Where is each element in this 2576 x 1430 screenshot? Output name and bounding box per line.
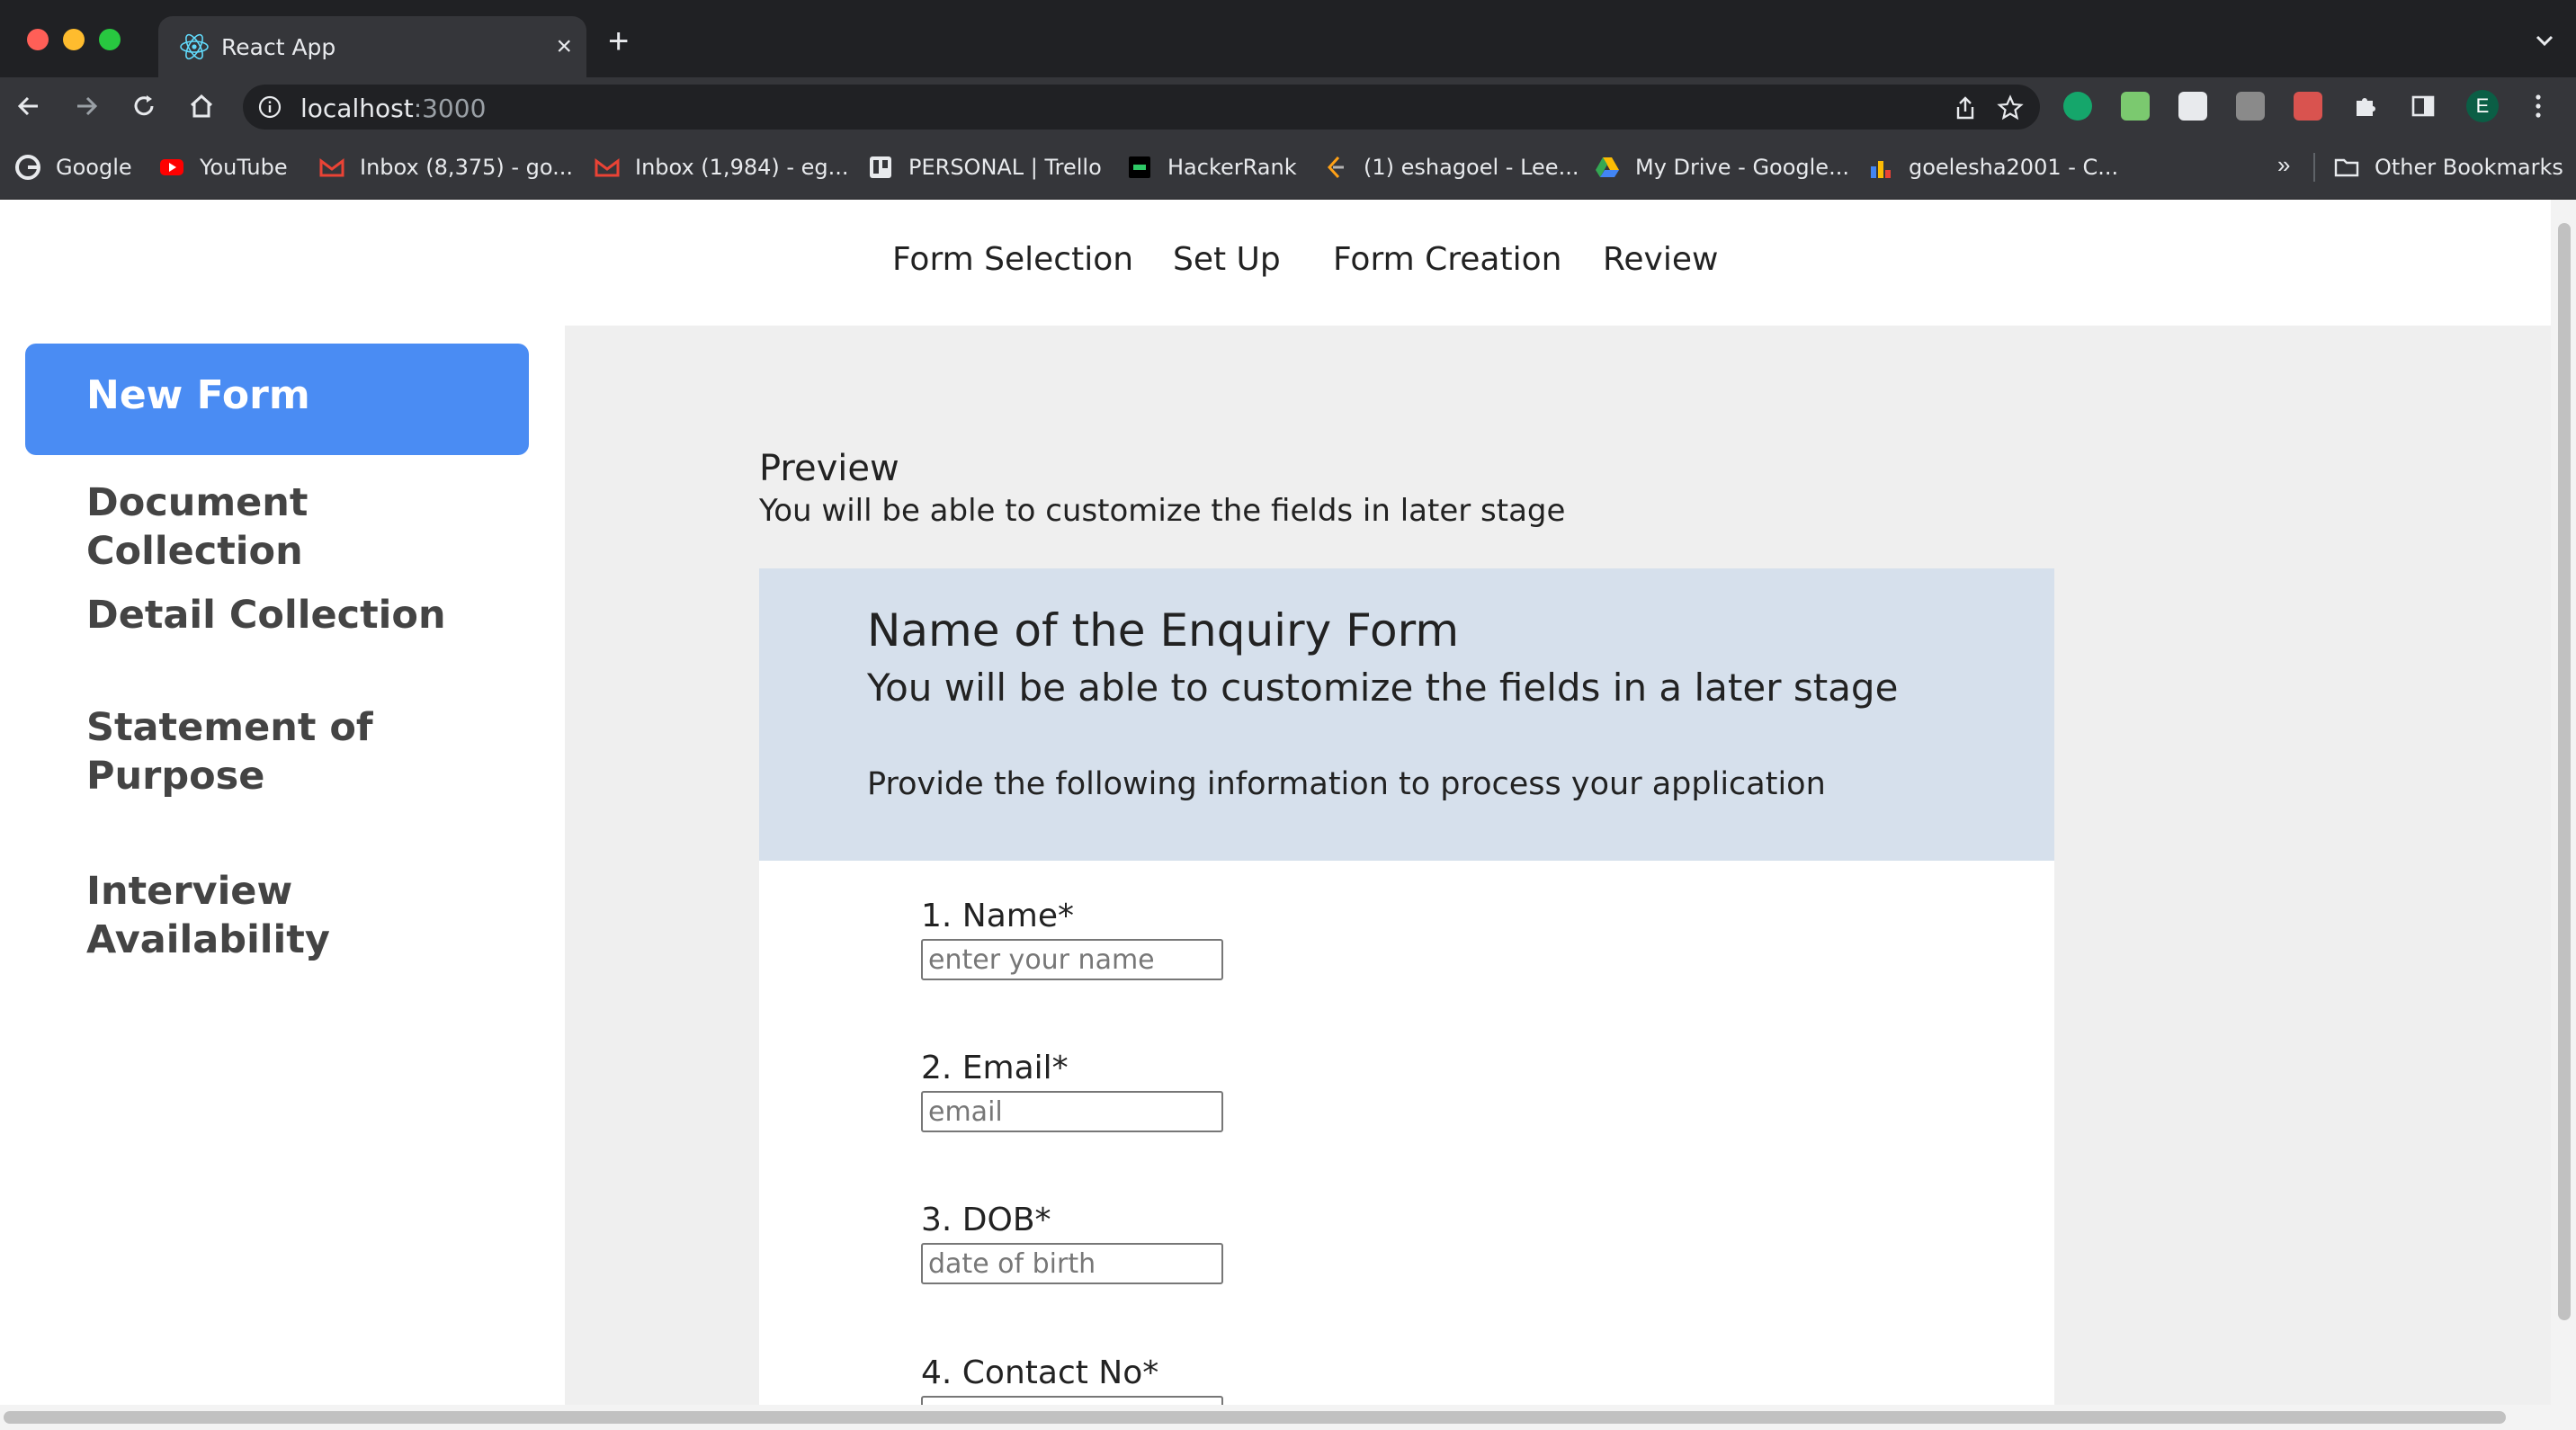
preview-subtitle: You will be able to customize the fields… (759, 493, 1566, 529)
sidebar-item-statement-of-purpose[interactable]: Statement of Purpose (86, 703, 500, 800)
chart-icon (1871, 161, 1891, 178)
bookmark-star-icon[interactable] (1997, 94, 2024, 121)
site-info-icon[interactable] (257, 94, 282, 120)
minimize-window-button[interactable] (63, 29, 85, 50)
bookmark-drive[interactable]: My Drive - Google... (1594, 151, 1849, 183)
url-port: :3000 (413, 94, 487, 123)
sidebar-item-interview-availability[interactable]: Interview Availability (86, 867, 500, 964)
bookmark-youtube[interactable]: YouTube (158, 151, 288, 183)
gmail-icon (595, 158, 620, 177)
name-field-label: 1. Name* (921, 898, 1074, 934)
gmail-icon (319, 158, 344, 177)
form-title: Name of the Enquiry Form (867, 604, 1460, 657)
dob-input[interactable] (921, 1243, 1223, 1284)
url-host: localhost (300, 94, 414, 123)
hackerrank-icon (1129, 156, 1150, 178)
browser-toolbar: localhost:3000 E (0, 77, 2576, 135)
sidebar-item-document-collection[interactable]: Document Collection (86, 478, 500, 576)
mail-extension-icon[interactable] (2121, 92, 2150, 121)
profile-avatar[interactable]: E (2466, 90, 2499, 122)
horizontal-scrollbar[interactable] (0, 1405, 2576, 1430)
email-field-label: 2. Email* (921, 1050, 1069, 1086)
nav-form-selection[interactable]: Form Selection (892, 241, 1133, 278)
bookmark-trello[interactable]: PERSONAL | Trello (867, 151, 1102, 183)
folder-icon (2334, 158, 2359, 177)
bookmark-hackerrank[interactable]: HackerRank (1126, 151, 1297, 183)
nav-form-creation[interactable]: Form Creation (1333, 241, 1561, 278)
drive-icon (1596, 157, 1619, 177)
bookmark-gmail-2[interactable]: Inbox (1,984) - eg... (594, 151, 849, 183)
bookmark-separator (2313, 153, 2315, 182)
trello-icon (870, 156, 891, 178)
tab-close-icon[interactable]: × (556, 29, 572, 65)
back-arrow-icon[interactable] (13, 90, 45, 122)
home-icon[interactable] (185, 90, 218, 122)
side-panel-icon[interactable] (2409, 92, 2437, 121)
form-preview-card: Name of the Enquiry Form You will be abl… (759, 568, 2054, 1405)
table-extension-icon[interactable] (2178, 92, 2207, 121)
tb-extension-icon[interactable] (2236, 92, 2265, 121)
form-instructions: Provide the following information to pro… (867, 766, 1826, 802)
other-bookmarks-folder[interactable]: Other Bookmarks (2333, 151, 2563, 183)
chevron-down-icon[interactable] (2531, 27, 2558, 54)
reload-icon[interactable] (128, 90, 160, 122)
bookmarks-bar: Google YouTube Inbox (8,375) - go... Inb… (0, 135, 2576, 200)
new-tab-button[interactable]: + (608, 23, 629, 59)
main-panel: Preview You will be able to customize th… (565, 326, 2551, 1405)
react-icon (180, 33, 209, 60)
contact-field-label: 4. Contact No* (921, 1354, 1159, 1391)
bookmark-chart[interactable]: goelesha2001 - C... (1867, 151, 2118, 183)
tab-title: React App (221, 34, 336, 60)
more-bookmarks-button[interactable]: » (2277, 151, 2290, 179)
puzzle-extensions-icon[interactable] (2351, 92, 2380, 121)
grammarly-extension-icon[interactable] (2063, 92, 2092, 121)
form-subtitle: You will be able to customize the fields… (867, 666, 1899, 710)
bookmark-gmail-1[interactable]: Inbox (8,375) - go... (318, 151, 573, 183)
email-input[interactable] (921, 1091, 1223, 1132)
address-bar[interactable]: localhost:3000 (243, 85, 2040, 130)
name-input[interactable] (921, 939, 1223, 980)
nav-review[interactable]: Review (1603, 241, 1718, 278)
browser-tab-active[interactable]: React App × (158, 16, 586, 77)
bookmark-leetcode[interactable]: (1) eshagoel - Lee... (1322, 151, 1579, 183)
dob-field-label: 3. DOB* (921, 1202, 1051, 1238)
youtube-icon (160, 159, 183, 175)
forward-arrow-icon[interactable] (70, 90, 103, 122)
step-navigation: Form Selection Set Up Form Creation Revi… (0, 200, 2551, 326)
sidebar-item-label: New Form (86, 372, 310, 418)
red-extension-icon[interactable] (2294, 92, 2322, 121)
horizontal-scroll-thumb[interactable] (4, 1411, 2506, 1424)
browser-tabstrip: React App × + (0, 0, 2576, 77)
form-header: Name of the Enquiry Form You will be abl… (759, 568, 2054, 861)
url-text: localhost:3000 (300, 94, 486, 123)
contact-input[interactable] (921, 1396, 1223, 1405)
more-menu-icon[interactable] (2529, 92, 2547, 121)
sidebar: New Form Document Collection Detail Coll… (0, 326, 565, 1405)
preview-title: Preview (759, 448, 899, 489)
leetcode-icon (1327, 156, 1344, 179)
sidebar-item-new-form[interactable]: New Form (25, 344, 529, 455)
app-viewport: Form Selection Set Up Form Creation Revi… (0, 200, 2551, 1405)
close-window-button[interactable] (27, 29, 49, 50)
bookmark-google[interactable]: Google (14, 151, 132, 183)
maximize-window-button[interactable] (99, 29, 121, 50)
nav-set-up[interactable]: Set Up (1173, 241, 1281, 278)
vertical-scroll-thumb[interactable] (2558, 223, 2571, 1320)
share-icon[interactable] (1952, 94, 1979, 121)
sidebar-item-detail-collection[interactable]: Detail Collection (86, 591, 500, 639)
vertical-scrollbar[interactable] (2551, 200, 2576, 1405)
google-icon (15, 155, 40, 180)
